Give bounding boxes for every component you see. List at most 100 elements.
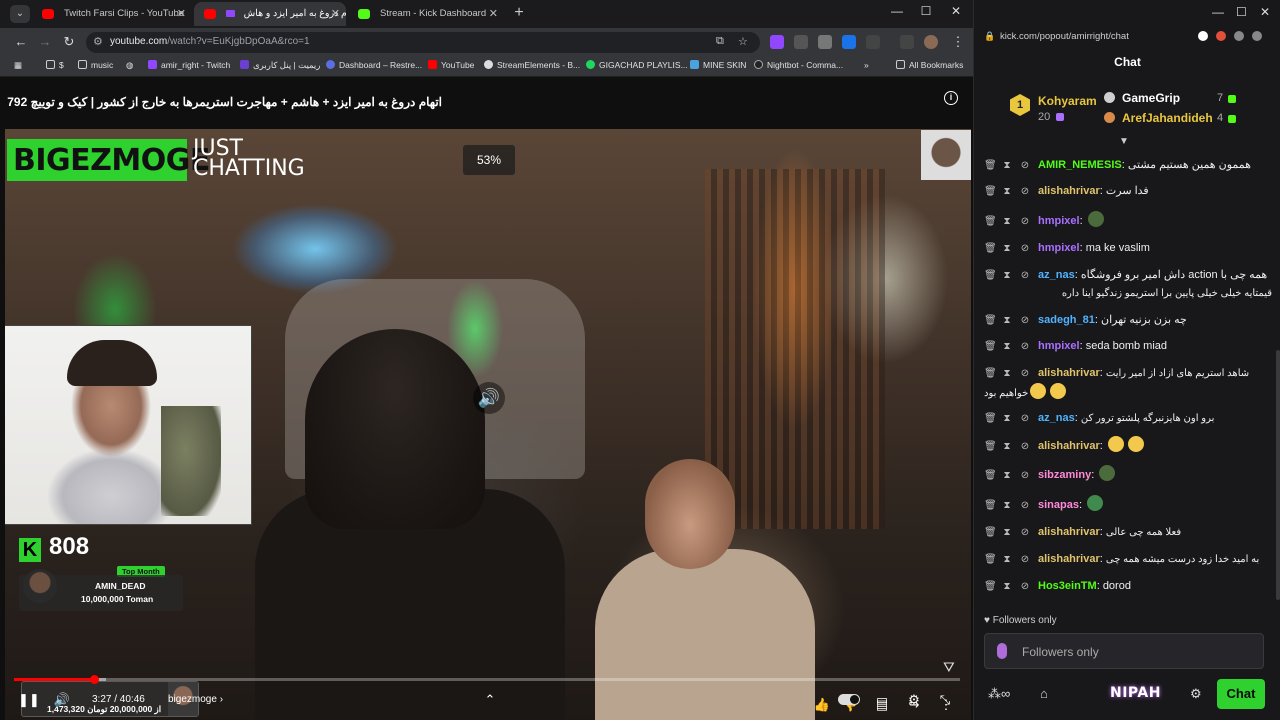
bookmark-item[interactable]: GIGACHAD PLAYLIS... (586, 60, 688, 70)
channel-watermark-icon[interactable]: ⛛ (943, 659, 961, 677)
leader-third-name[interactable]: ArefJahandideh (1122, 111, 1213, 125)
chat-username[interactable]: alishahrivar (1038, 526, 1100, 538)
like-icon[interactable]: 👍 (813, 696, 831, 714)
maximize-icon[interactable]: ☐ (916, 4, 936, 18)
ban-icon[interactable]: ⊘ (1020, 267, 1030, 285)
tab-search-icon[interactable]: ⌄ (10, 5, 30, 23)
info-icon[interactable]: i (944, 91, 958, 105)
minimize-icon[interactable]: — (887, 4, 907, 18)
progress-bar[interactable] (14, 675, 960, 684)
chat-url-bar[interactable]: 🔒 kick.com/popout/amirright/chat (974, 28, 1280, 48)
profile-avatar[interactable] (924, 35, 938, 49)
timeout-icon[interactable]: ⧗ (1002, 312, 1012, 330)
back-icon[interactable]: ← (13, 34, 29, 50)
delete-icon[interactable]: 🗑 (984, 365, 997, 383)
ban-icon[interactable]: ⊘ (1020, 240, 1030, 258)
extensions-puzzle-icon[interactable] (866, 35, 880, 49)
ban-icon[interactable]: ⊘ (1020, 365, 1030, 383)
timeout-icon[interactable]: ⧗ (1002, 438, 1012, 456)
timeout-icon[interactable]: ⧗ (1002, 551, 1012, 569)
leader-first-name[interactable]: Kohyaram (1038, 94, 1097, 108)
all-bookmarks[interactable]: All Bookmarks (896, 60, 963, 70)
nipah-logo[interactable]: NIPAH (1110, 685, 1161, 701)
chat-username[interactable]: sinapas (1038, 499, 1079, 511)
bookmark-item[interactable]: Nightbot - Comma... (754, 60, 843, 70)
delete-icon[interactable]: 🗑 (984, 213, 997, 231)
close-tab-icon[interactable]: ✕ (489, 2, 498, 26)
chat-username[interactable]: sadegh_81 (1038, 314, 1095, 326)
ban-icon[interactable]: ⊘ (1020, 497, 1030, 515)
send-chat-button[interactable]: Chat (1217, 679, 1265, 709)
bookmark-item[interactable]: MINE SKIN (690, 60, 746, 70)
timeout-icon[interactable]: ⧗ (1002, 365, 1012, 383)
delete-icon[interactable]: 🗑 (984, 497, 997, 515)
chat-username[interactable]: AMIR_NEMESIS (1038, 159, 1122, 171)
new-tab-icon[interactable]: + (510, 4, 528, 22)
chapter-title[interactable]: bigezmoge › (168, 694, 223, 705)
translate-extension-icon[interactable] (842, 35, 856, 49)
ban-icon[interactable]: ⊘ (1020, 410, 1030, 428)
ban-icon[interactable]: ⊘ (1020, 467, 1030, 485)
minimize-icon[interactable]: — (1212, 5, 1224, 19)
timeout-icon[interactable]: ⧗ (1002, 410, 1012, 428)
address-bar[interactable]: ⚙ youtube.com/watch?v=EuKjgbDpOaA&rco=1 … (86, 32, 760, 53)
autoplay-toggle[interactable] (838, 694, 860, 705)
chat-username[interactable]: az_nas (1038, 269, 1075, 281)
tab-kick-dashboard[interactable]: Stream - Kick Dashboard ✕ (348, 2, 504, 26)
extension-icon[interactable] (794, 35, 808, 49)
video-title[interactable]: اتهام دروغ به امیر ایزد + هاشم + مهاجرت … (7, 95, 442, 109)
emote-picker-icon[interactable]: ⁂∞ (988, 686, 1010, 702)
timeout-icon[interactable]: ⧗ (1002, 497, 1012, 515)
delete-icon[interactable]: 🗑 (984, 267, 997, 285)
extension-icon[interactable] (1216, 31, 1226, 41)
delete-icon[interactable]: 🗑 (984, 551, 997, 569)
delete-icon[interactable]: 🗑 (984, 578, 997, 596)
ban-icon[interactable]: ⊘ (1020, 213, 1030, 231)
delete-icon[interactable]: 🗑 (984, 467, 997, 485)
channel-thumbnail[interactable] (921, 130, 971, 180)
close-tab-icon[interactable]: ✕ (331, 2, 340, 26)
bookmark-star-icon[interactable]: ☆ (738, 35, 748, 48)
chat-username[interactable]: alishahrivar (1038, 553, 1100, 565)
reload-icon[interactable]: ↻ (61, 34, 77, 50)
timeout-icon[interactable]: ⧗ (1002, 157, 1012, 175)
apps-grid-icon[interactable]: ▦ (14, 60, 22, 71)
reading-list-icon[interactable] (900, 35, 914, 49)
bookmark-item[interactable]: Dashboard – Restre... (326, 60, 422, 70)
ban-icon[interactable]: ⊘ (1020, 438, 1030, 456)
chevron-up-icon[interactable]: ⌃ (480, 690, 500, 710)
bookmark-globe[interactable]: ◍ (126, 60, 133, 71)
timeout-icon[interactable]: ⧗ (1002, 578, 1012, 596)
collapse-leaderboard-icon[interactable]: ▼ (1118, 136, 1130, 148)
settings-gear-icon[interactable]: ⚙ (1190, 686, 1202, 702)
chat-username[interactable]: hmpixel (1038, 340, 1080, 352)
delete-icon[interactable]: 🗑 (984, 312, 997, 330)
subtitles-icon[interactable]: ▭ (872, 690, 892, 710)
volume-icon[interactable]: 🔊 (52, 690, 72, 710)
delete-icon[interactable]: 🗑 (984, 240, 997, 258)
cast-icon[interactable]: ⧉ (716, 35, 724, 48)
chat-username[interactable]: alishahrivar (1038, 440, 1100, 452)
bookmark-item[interactable]: StreamElements - B... (484, 60, 580, 70)
extensions-puzzle-icon[interactable] (1234, 31, 1244, 41)
extension-icon[interactable] (1198, 31, 1208, 41)
maximize-icon[interactable]: ☐ (1236, 5, 1247, 19)
store-icon[interactable]: ⌂ (1040, 686, 1048, 701)
chat-username[interactable]: az_nas (1038, 412, 1075, 424)
close-tab-icon[interactable]: ✕ (177, 2, 186, 26)
timeout-icon[interactable]: ⧗ (1002, 524, 1012, 542)
timeout-icon[interactable]: ⧗ (1002, 267, 1012, 285)
twitch-extension-icon[interactable] (770, 35, 784, 49)
chat-username[interactable]: hmpixel (1038, 242, 1080, 254)
close-window-icon[interactable]: ✕ (946, 4, 966, 18)
chat-username[interactable]: alishahrivar (1038, 367, 1100, 379)
chat-scrollbar[interactable] (1276, 350, 1280, 600)
delete-icon[interactable]: 🗑 (984, 157, 997, 175)
bookmark-item[interactable]: ریمیت | پنل کاربری (240, 60, 320, 71)
delete-icon[interactable]: 🗑 (984, 410, 997, 428)
extension-icon[interactable] (818, 35, 832, 49)
bookmark-item[interactable]: YouTube (428, 60, 474, 70)
ban-icon[interactable]: ⊘ (1020, 551, 1030, 569)
timeout-icon[interactable]: ⧗ (1002, 467, 1012, 485)
timeout-icon[interactable]: ⧗ (1002, 213, 1012, 231)
